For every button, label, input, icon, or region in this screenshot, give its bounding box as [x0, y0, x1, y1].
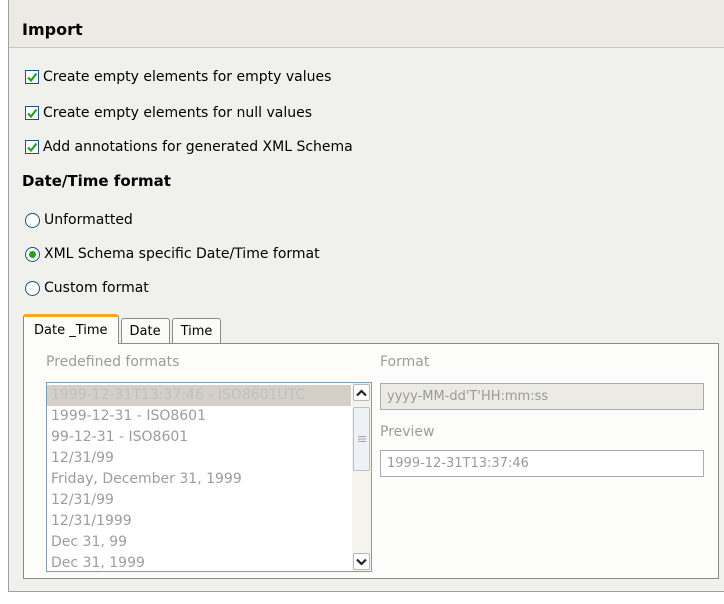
chevron-up-icon	[356, 388, 367, 396]
preview-field: 1999-12-31T13:37:46	[380, 450, 704, 477]
format-list-item[interactable]: 1999-12-31T13:37:46 - ISO8601UTC	[47, 385, 351, 406]
scroll-down-button[interactable]	[353, 553, 370, 570]
format-list-item[interactable]: Friday, December 31, 1999	[47, 469, 351, 490]
radio-unformatted-label: Unformatted	[44, 212, 133, 228]
radio-xml-schema-label: XML Schema specific Date/Time format	[44, 246, 320, 262]
scroll-thumb[interactable]	[353, 407, 370, 471]
format-list-item[interactable]: Dec 31, 99	[47, 532, 351, 553]
datetime-format-title: Date/Time format	[22, 172, 171, 190]
radio-custom-format-label: Custom format	[44, 280, 149, 296]
option-annotations-label: Add annotations for generated XML Schema	[43, 139, 353, 155]
checkmark-icon	[27, 142, 38, 153]
option-empty-values-label: Create empty elements for empty values	[43, 69, 332, 85]
tab-time[interactable]: Time	[171, 318, 222, 344]
chevron-down-icon	[356, 558, 367, 566]
format-list-item[interactable]: 1999-12-31 - ISO8601	[47, 406, 351, 427]
import-panel: Import Create empty elements for empty v…	[8, 0, 724, 604]
format-field[interactable]: yyyy-MM-dd'T'HH:mm:ss	[380, 383, 704, 410]
checkbox-null-values[interactable]	[25, 106, 39, 120]
radio-button[interactable]	[25, 212, 40, 228]
format-list-item[interactable]: Dec 31, 1999	[47, 553, 351, 571]
grip-icon	[357, 436, 366, 442]
format-list-item[interactable]: 99-12-31 - ISO8601	[47, 427, 351, 448]
radio-button[interactable]	[25, 280, 40, 296]
checkbox-annotations[interactable]	[25, 140, 39, 154]
checkmark-icon	[27, 108, 38, 119]
radio-button[interactable]	[25, 246, 40, 262]
option-null-values[interactable]: Create empty elements for null values	[25, 103, 312, 123]
checkbox-empty-values[interactable]	[25, 70, 39, 84]
page-title: Import	[22, 20, 83, 39]
format-tabs: Date _Time Date Time	[23, 314, 223, 344]
list-scrollbar[interactable]	[352, 383, 371, 571]
panel-bottom-edge	[8, 591, 724, 604]
option-annotations[interactable]: Add annotations for generated XML Schema	[25, 137, 353, 157]
preview-label: Preview	[380, 424, 435, 440]
list-items: 1999-12-31T13:37:46 - ISO8601UTC 1999-12-…	[47, 385, 351, 571]
radio-selected-dot	[29, 250, 36, 258]
predefined-formats-label: Predefined formats	[46, 354, 180, 370]
scroll-up-button[interactable]	[353, 384, 370, 401]
radio-custom-format[interactable]: Custom format	[25, 278, 149, 298]
format-list-item[interactable]: 12/31/99	[47, 448, 351, 469]
tab-panel-date-time: Predefined formats Format 1999-12-31T13:…	[23, 343, 719, 579]
format-label: Format	[380, 354, 430, 370]
format-list-item[interactable]: 12/31/1999	[47, 511, 351, 532]
checkmark-icon	[27, 72, 38, 83]
header-bar: Import	[9, 0, 724, 48]
tab-date-time[interactable]: Date _Time	[23, 314, 119, 344]
option-empty-values[interactable]: Create empty elements for empty values	[25, 67, 331, 87]
radio-unformatted[interactable]: Unformatted	[25, 210, 133, 230]
format-list-item[interactable]: 12/31/99	[47, 490, 351, 511]
predefined-formats-list[interactable]: 1999-12-31T13:37:46 - ISO8601UTC 1999-12-…	[46, 382, 372, 572]
option-null-values-label: Create empty elements for null values	[43, 105, 313, 121]
radio-xml-schema[interactable]: XML Schema specific Date/Time format	[25, 244, 320, 264]
tab-date[interactable]: Date	[120, 318, 170, 344]
